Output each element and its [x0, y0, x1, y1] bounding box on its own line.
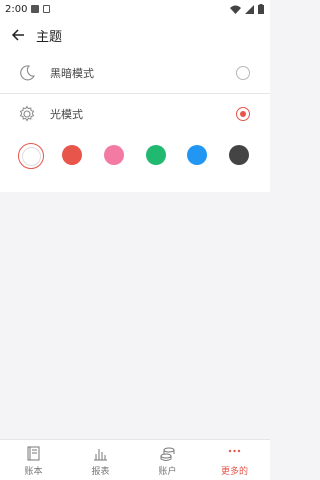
- nav-item-more[interactable]: 更多的: [201, 440, 268, 480]
- color-swatch-blue[interactable]: [187, 145, 207, 165]
- notification-icon: [31, 5, 40, 13]
- coins-icon: [160, 447, 175, 461]
- nav-item-reports[interactable]: 报表: [67, 440, 134, 480]
- nav-item-accounts[interactable]: 账户: [134, 440, 201, 480]
- status-time: 2:00: [5, 3, 28, 15]
- battery-icon: [258, 4, 264, 14]
- light-mode-radio[interactable]: [236, 107, 250, 121]
- back-button[interactable]: [0, 18, 36, 52]
- light-mode-label: 光模式: [50, 108, 83, 121]
- app-bar: 主题: [0, 18, 270, 52]
- bottom-nav: 账本 报表 账户 更多的: [0, 439, 270, 480]
- color-swatch-white[interactable]: [18, 143, 44, 169]
- moon-icon: [20, 65, 35, 81]
- color-swatch-red[interactable]: [62, 145, 82, 165]
- nav-label-accounts: 账户: [158, 467, 177, 477]
- page-title: 主题: [36, 29, 63, 45]
- chart-icon: [94, 449, 107, 461]
- gear-icon: [19, 105, 35, 122]
- light-mode-option[interactable]: 光模式: [0, 94, 270, 134]
- nav-item-ledger[interactable]: 账本: [0, 440, 67, 480]
- nav-label-more: 更多的: [220, 467, 248, 477]
- book-icon: [27, 446, 40, 461]
- back-arrow-icon: [11, 29, 24, 41]
- dark-mode-radio[interactable]: [236, 66, 250, 80]
- status-bar: 2:00: [0, 0, 270, 18]
- more-icon: [228, 449, 241, 453]
- color-swatches: [0, 143, 270, 169]
- sim-icon: [43, 5, 51, 13]
- dark-mode-option[interactable]: 黑暗模式: [0, 53, 270, 93]
- color-swatch-green[interactable]: [146, 145, 166, 165]
- color-swatch-dark[interactable]: [229, 145, 249, 165]
- theme-settings-panel: 黑暗模式 光模式: [0, 52, 270, 192]
- nav-label-reports: 报表: [91, 467, 110, 477]
- nav-label-ledger: 账本: [24, 467, 43, 477]
- signal-icon: [245, 4, 254, 14]
- dark-mode-label: 黑暗模式: [50, 67, 94, 80]
- color-swatch-pink[interactable]: [104, 145, 124, 165]
- wifi-icon: [230, 5, 241, 14]
